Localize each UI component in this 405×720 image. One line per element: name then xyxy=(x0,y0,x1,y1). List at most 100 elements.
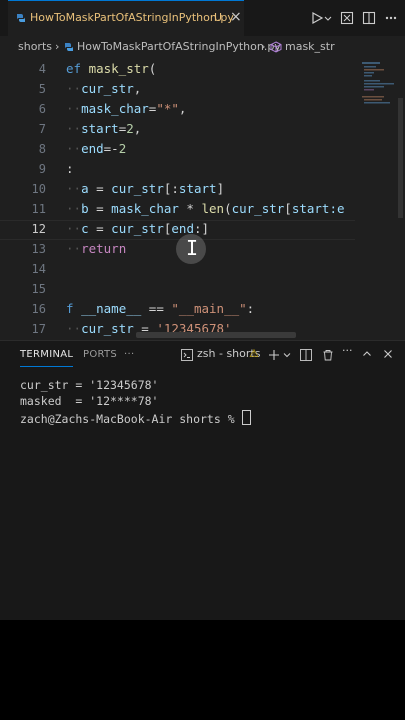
line-number: 15 xyxy=(31,282,46,296)
breadcrumb-folder[interactable]: shorts xyxy=(18,40,52,53)
code-token: 2 xyxy=(118,141,127,156)
run-icon[interactable] xyxy=(310,11,324,25)
code-token: * xyxy=(178,201,202,216)
code-token: , xyxy=(133,81,142,96)
trash-icon[interactable] xyxy=(322,349,334,361)
line-number: 12 xyxy=(31,222,46,236)
code-token: == xyxy=(141,301,172,316)
code-token: cur_str xyxy=(81,81,134,96)
code-token: b xyxy=(81,201,89,216)
code-token: cur_str xyxy=(231,201,285,216)
code-token: ] xyxy=(216,181,225,196)
code-token: cur_str xyxy=(81,321,134,336)
terminal-cursor xyxy=(241,410,251,425)
code-token: "__main__" xyxy=(171,301,247,316)
line-number: 9 xyxy=(38,162,46,176)
line-number: 4 xyxy=(38,62,46,76)
terminal-prompt-line[interactable]: zach@Zachs-MacBook-Air shorts % xyxy=(20,410,251,426)
text-cursor-icon: I xyxy=(186,236,199,260)
breadcrumb-separator: › xyxy=(55,40,60,53)
editor-tab[interactable]: HowToMaskPartOfAStringInPython.py U × xyxy=(8,0,244,36)
python-file-icon xyxy=(65,43,73,51)
code-token: len xyxy=(201,201,225,216)
code-token: f xyxy=(66,301,82,316)
code-token: cur_str xyxy=(111,181,164,196)
code-token: :e xyxy=(329,201,345,216)
line-number: 6 xyxy=(38,102,46,116)
line-number: 11 xyxy=(31,202,46,216)
breadcrumb-symbol[interactable]: mask_str xyxy=(285,40,335,53)
code-token: a xyxy=(81,181,89,196)
tab-filename: HowToMaskPartOfAStringInPython.py xyxy=(30,11,234,24)
code-line: ··b = mask_char * len(cur_str[start:e xyxy=(66,201,345,216)
code-editor[interactable]: 4 5 6 7 8 9 10 11 12 13 14 15 16 17 ef m… xyxy=(0,58,405,340)
breadcrumb-separator: › xyxy=(261,40,266,53)
code-token: : xyxy=(246,301,255,316)
code-token: , xyxy=(133,121,142,136)
vertical-scrollbar[interactable] xyxy=(398,98,403,218)
terminal-shell-icon xyxy=(181,349,193,361)
panel-more-icon[interactable]: ··· xyxy=(124,349,134,360)
indent-guide: ·· xyxy=(66,181,82,196)
indent-guide: ·· xyxy=(66,241,82,256)
terminal-output-line: masked = '12****78' xyxy=(20,394,159,408)
tab-terminal[interactable]: TERMINAL xyxy=(20,349,74,367)
split-editor-icon[interactable] xyxy=(362,11,376,25)
code-token: start xyxy=(291,201,330,216)
line-number: 7 xyxy=(38,122,46,136)
breadcrumb-file[interactable]: HowToMaskPartOfAStringInPython.py xyxy=(77,40,281,53)
code-line: ··end=-2 xyxy=(66,141,126,156)
terminal-panel: TERMINAL PORTS ··· zsh - shorts ⚠ ··· cu… xyxy=(0,340,405,620)
line-number: 17 xyxy=(31,322,46,336)
code-line: f __name__ == "__main__": xyxy=(66,301,254,316)
compare-changes-icon[interactable] xyxy=(340,11,354,25)
terminal-output-line: cur_str = '12345678' xyxy=(20,378,159,392)
indent-guide: ·· xyxy=(66,221,82,236)
code-token: , xyxy=(178,101,187,116)
code-token: start xyxy=(178,181,217,196)
code-line: ··return xyxy=(66,241,126,256)
indent-guide: ·· xyxy=(66,201,82,216)
more-actions-icon[interactable] xyxy=(384,11,398,25)
code-token: [ xyxy=(284,201,292,216)
code-token: :] xyxy=(193,221,210,236)
code-token: "*" xyxy=(156,101,179,116)
horizontal-scrollbar[interactable] xyxy=(136,332,296,338)
indent-guide: ·· xyxy=(66,81,82,96)
code-token: c xyxy=(81,221,89,236)
code-token: end xyxy=(81,141,104,156)
chevron-up-icon[interactable] xyxy=(362,349,372,359)
code-token: __name__ xyxy=(81,301,142,316)
close-icon[interactable] xyxy=(383,349,393,359)
code-token: mask_str xyxy=(88,61,149,76)
code-token: mask_char xyxy=(81,101,149,116)
code-line: ef mask_str( xyxy=(66,61,156,76)
indent-guide: ·· xyxy=(66,141,82,156)
indent-guide: ·· xyxy=(66,121,82,136)
more-actions-icon[interactable]: ··· xyxy=(342,344,353,357)
code-token: = xyxy=(88,201,112,216)
code-line: ··cur_str, xyxy=(66,81,141,96)
indent-guide: ·· xyxy=(66,321,82,336)
chevron-down-icon[interactable] xyxy=(324,11,332,25)
minimap[interactable] xyxy=(360,58,398,198)
code-line: ··start=2, xyxy=(66,121,141,136)
code-token: mask_char xyxy=(111,201,179,216)
warning-icon: ⚠ xyxy=(249,347,259,360)
new-terminal-icon[interactable] xyxy=(268,349,280,361)
code-token: = xyxy=(88,221,112,236)
code-token: start xyxy=(81,121,119,136)
code-token: cur_str xyxy=(111,221,164,236)
split-terminal-icon[interactable] xyxy=(300,349,312,361)
code-token: ef xyxy=(66,61,89,76)
python-file-icon xyxy=(17,14,25,22)
tab-ports[interactable]: PORTS xyxy=(83,349,117,360)
terminal-prompt: zach@Zachs-MacBook-Air shorts % xyxy=(20,412,242,426)
line-number: 14 xyxy=(31,262,46,276)
chevron-down-icon[interactable] xyxy=(283,350,291,360)
close-icon[interactable]: × xyxy=(230,9,242,25)
code-line: : xyxy=(66,161,74,176)
line-number: 8 xyxy=(38,142,46,156)
code-token: 2 xyxy=(126,121,134,136)
code-token: [: xyxy=(163,181,179,196)
